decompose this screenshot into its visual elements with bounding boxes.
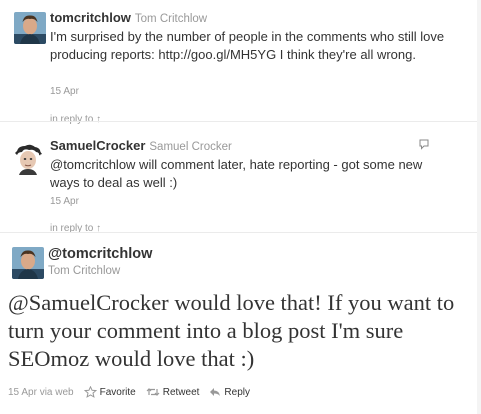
reply-button[interactable]: Reply bbox=[209, 387, 250, 398]
author-handle[interactable]: tomcritchlow bbox=[50, 10, 131, 25]
tweet-actions: 15 Apr via web Favorite Retweet Reply bbox=[8, 386, 250, 398]
focused-author-name: Tom Critchlow bbox=[48, 265, 121, 277]
mention-link[interactable]: @tomcritchlow bbox=[50, 157, 135, 172]
mention-link[interactable]: @SamuelCrocker bbox=[8, 290, 169, 315]
author-name: Samuel Crocker bbox=[149, 141, 232, 153]
divider bbox=[0, 232, 481, 233]
tweet-author[interactable]: SamuelCrocker Samuel Crocker bbox=[50, 138, 232, 153]
avatar-samuelcrocker[interactable] bbox=[12, 143, 44, 175]
in-reply-to-link[interactable]: in reply to ↑ bbox=[50, 114, 101, 125]
author-handle[interactable]: SamuelCrocker bbox=[50, 138, 145, 153]
retweet-button[interactable]: Retweet bbox=[146, 386, 200, 398]
reply-arrow-icon bbox=[210, 388, 221, 396]
tweet-date[interactable]: 15 Apr bbox=[8, 387, 37, 398]
scrollbar[interactable] bbox=[477, 0, 481, 414]
favorite-button[interactable]: Favorite bbox=[83, 386, 136, 398]
focused-author-handle[interactable]: @tomcritchlow bbox=[48, 246, 152, 262]
tweet-text: I'm surprised by the number of people in… bbox=[50, 28, 445, 64]
star-icon bbox=[83, 386, 97, 398]
tweet-author[interactable]: tomcritchlow Tom Critchlow bbox=[50, 10, 207, 25]
tweet-date[interactable]: 15 Apr bbox=[50, 196, 79, 207]
retweet-label: Retweet bbox=[162, 386, 200, 398]
retweet-icon bbox=[146, 388, 160, 396]
tweet-text: @tomcritchlow will comment later, hate r… bbox=[50, 156, 445, 192]
tweet-source[interactable]: via web bbox=[40, 387, 74, 398]
tweet-date[interactable]: 15 Apr bbox=[50, 86, 79, 97]
reply-label: Reply bbox=[224, 386, 250, 398]
reply-icon[interactable] bbox=[418, 138, 430, 150]
avatar-tomcritchlow[interactable] bbox=[12, 247, 44, 279]
tweet-link[interactable]: http://goo.gl/MH5YG bbox=[158, 47, 276, 62]
favorite-label: Favorite bbox=[99, 386, 136, 398]
tweet-text-part: I think they're all wrong. bbox=[276, 47, 416, 62]
divider bbox=[0, 121, 481, 122]
focused-tweet-text: @SamuelCrocker would love that! If you w… bbox=[8, 289, 460, 373]
author-name: Tom Critchlow bbox=[134, 13, 208, 25]
avatar-tomcritchlow[interactable] bbox=[14, 12, 46, 44]
